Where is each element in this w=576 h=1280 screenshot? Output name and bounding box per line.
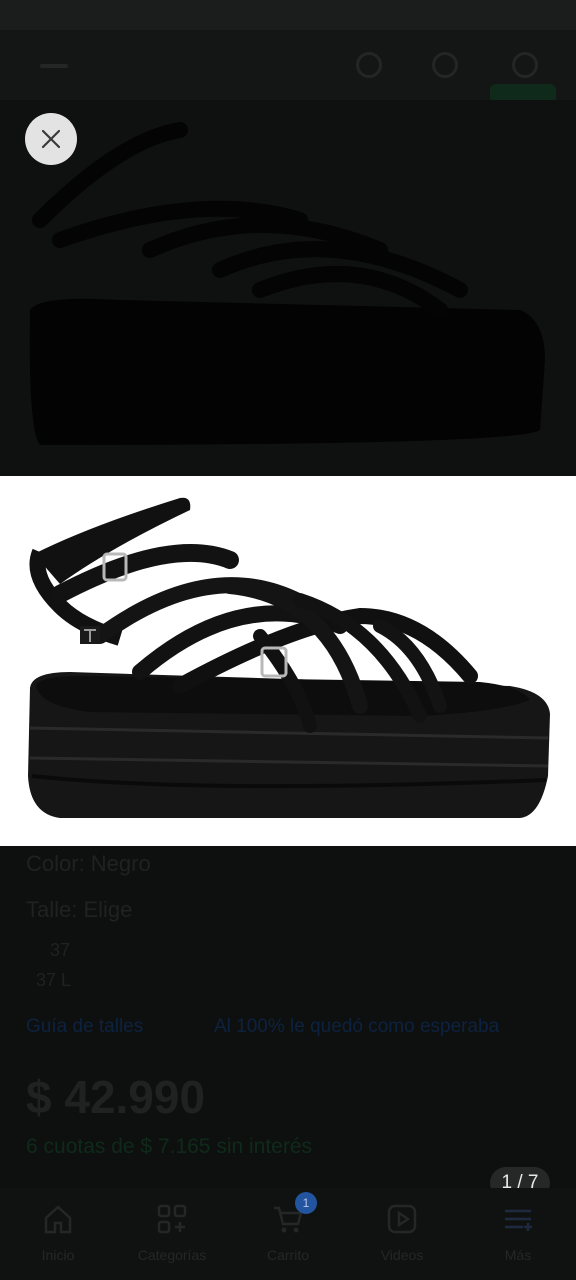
nav-label: Más — [504, 1247, 532, 1263]
nav-item-carrito[interactable]: 1 Carrito — [238, 1192, 338, 1263]
bottom-nav: Inicio Categorías 1 Carrito Videos Más — [0, 1188, 576, 1280]
nav-label: Inicio — [41, 1247, 75, 1263]
size-label: Talle: Elige — [26, 897, 133, 922]
video-icon — [387, 1204, 417, 1234]
nav-label: Carrito — [266, 1247, 309, 1263]
back-icon — [40, 64, 68, 68]
size-guide-link[interactable]: Guía de talles — [26, 1016, 143, 1038]
status-bar — [0, 0, 576, 30]
categories-icon — [157, 1204, 187, 1234]
nav-item-mas[interactable]: Más — [468, 1202, 568, 1263]
nav-label: Categorías — [137, 1247, 207, 1263]
product-image-behind — [0, 100, 576, 476]
product-image[interactable] — [0, 476, 576, 846]
cart-count-badge: 1 — [295, 1192, 317, 1214]
cart-header-icon — [512, 52, 538, 78]
close-icon — [41, 129, 61, 149]
fit-hint-link[interactable]: Al 100% le quedó como esperaba — [214, 1016, 499, 1038]
price: $ 42.990 — [26, 1071, 206, 1123]
installments: 6 cuotas de $ 7.165 sin interés — [26, 1135, 313, 1158]
close-button[interactable] — [25, 113, 77, 165]
search-icon — [356, 52, 382, 78]
sandal-image — [28, 497, 550, 818]
size-option[interactable]: 37 L — [36, 970, 71, 991]
nav-item-categorias[interactable]: Categorías — [122, 1202, 222, 1263]
menu-icon — [505, 1209, 532, 1231]
nav-label: Videos — [380, 1247, 424, 1263]
nav-item-inicio[interactable]: Inicio — [8, 1202, 108, 1263]
color-label: Color: Negro — [26, 851, 151, 876]
home-icon — [44, 1205, 72, 1234]
nav-item-videos[interactable]: Videos — [352, 1202, 452, 1263]
size-option[interactable]: 37 — [50, 940, 70, 961]
share-icon — [432, 52, 458, 78]
